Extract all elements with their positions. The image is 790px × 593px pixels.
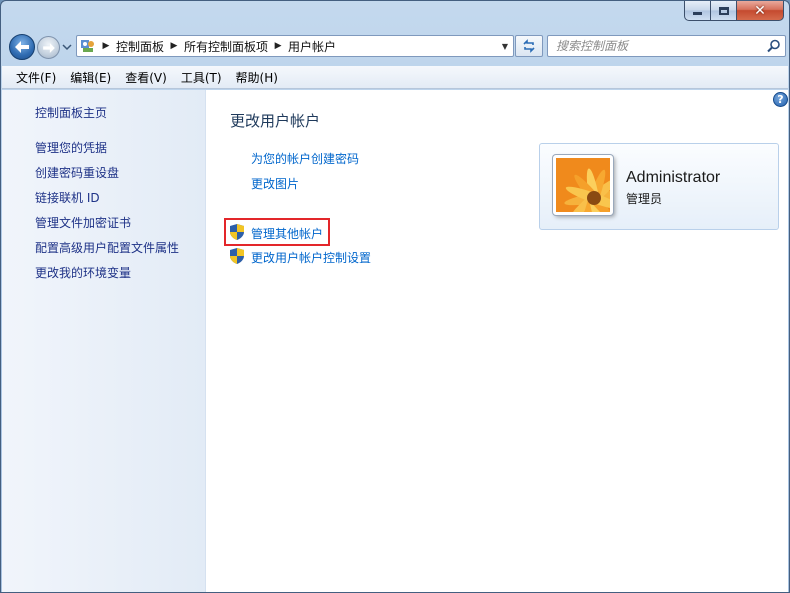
breadcrumb-user-accounts[interactable]: 用户帐户 (285, 38, 339, 55)
close-button[interactable]: ✕ (737, 1, 784, 21)
sidebar: 控制面板主页 管理您的凭据 创建密码重设盘 链接联机 ID 管理文件加密证书 配… (2, 90, 206, 592)
sidebar-item-environment-variables[interactable]: 更改我的环境变量 (35, 264, 131, 281)
sidebar-item-password-reset-disk[interactable]: 创建密码重设盘 (35, 164, 119, 181)
caption-buttons: ✕ (684, 1, 784, 21)
sidebar-item-encryption-certificates[interactable]: 管理文件加密证书 (35, 214, 131, 231)
close-icon: ✕ (754, 2, 766, 19)
recent-pages-chevron-icon[interactable] (62, 42, 72, 52)
change-picture-link[interactable]: 更改图片 (251, 175, 299, 192)
sidebar-item-link-online-id[interactable]: 链接联机 ID (35, 189, 100, 206)
menu-file[interactable]: 文件(F) (9, 69, 63, 86)
refresh-icon (523, 39, 535, 53)
create-password-link[interactable]: 为您的帐户创建密码 (251, 150, 359, 167)
breadcrumb-separator-icon[interactable]: ▶ (167, 41, 181, 51)
minimize-button[interactable] (684, 1, 711, 21)
page-title: 更改用户帐户 (230, 112, 321, 130)
uac-settings-link[interactable]: 更改用户帐户控制设置 (251, 249, 371, 266)
account-role: 管理员 (626, 192, 663, 206)
flower-picture-icon (556, 158, 610, 212)
menu-tools[interactable]: 工具(T) (174, 69, 229, 86)
breadcrumb-control-panel[interactable]: 控制面板 (113, 38, 167, 55)
breadcrumb-separator-icon[interactable]: ▶ (99, 41, 113, 51)
refresh-button[interactable] (515, 35, 543, 57)
account-name: Administrator (626, 169, 721, 186)
content-area: 控制面板主页 管理您的凭据 创建密码重设盘 链接联机 ID 管理文件加密证书 配… (2, 90, 788, 592)
forward-arrow-icon (42, 42, 55, 53)
menu-view[interactable]: 查看(V) (118, 69, 174, 86)
sidebar-item-manage-credentials[interactable]: 管理您的凭据 (35, 139, 107, 156)
address-dropdown-icon[interactable]: ▼ (497, 42, 513, 51)
control-panel-icon (77, 36, 99, 56)
menu-edit[interactable]: 编辑(E) (63, 69, 118, 86)
help-icon[interactable]: ? (773, 92, 788, 107)
maximize-icon (718, 6, 729, 15)
breadcrumb-all-items[interactable]: 所有控制面板项 (181, 38, 271, 55)
back-button[interactable] (9, 34, 35, 60)
back-arrow-icon (15, 41, 29, 53)
maximize-button[interactable] (711, 1, 737, 21)
breadcrumb-separator-icon[interactable]: ▶ (271, 41, 285, 51)
uac-shield-icon (230, 224, 244, 240)
address-bar[interactable]: ▶ 控制面板 ▶ 所有控制面板项 ▶ 用户帐户 ▼ (76, 35, 514, 57)
manage-other-accounts-link[interactable]: 管理其他帐户 (251, 225, 323, 242)
minimize-icon (693, 12, 702, 15)
avatar[interactable] (553, 155, 613, 215)
account-card: Administrator 管理员 (539, 143, 779, 230)
sidebar-item-control-panel-home[interactable]: 控制面板主页 (35, 104, 107, 121)
control-panel-window: ✕ ▶ 控制面板 ▶ 所有控制面板项 ▶ 用户帐户 ▼ 文件(F) 编辑(E) … (0, 0, 790, 593)
search-box[interactable] (547, 35, 786, 57)
search-icon[interactable] (763, 39, 785, 53)
uac-shield-icon (230, 248, 244, 264)
menu-bar: 文件(F) 编辑(E) 查看(V) 工具(T) 帮助(H) (2, 66, 788, 89)
search-input[interactable] (556, 39, 763, 53)
sidebar-item-advanced-profile[interactable]: 配置高级用户配置文件属性 (35, 239, 179, 256)
forward-button[interactable] (37, 36, 60, 59)
menu-help[interactable]: 帮助(H) (229, 69, 285, 86)
